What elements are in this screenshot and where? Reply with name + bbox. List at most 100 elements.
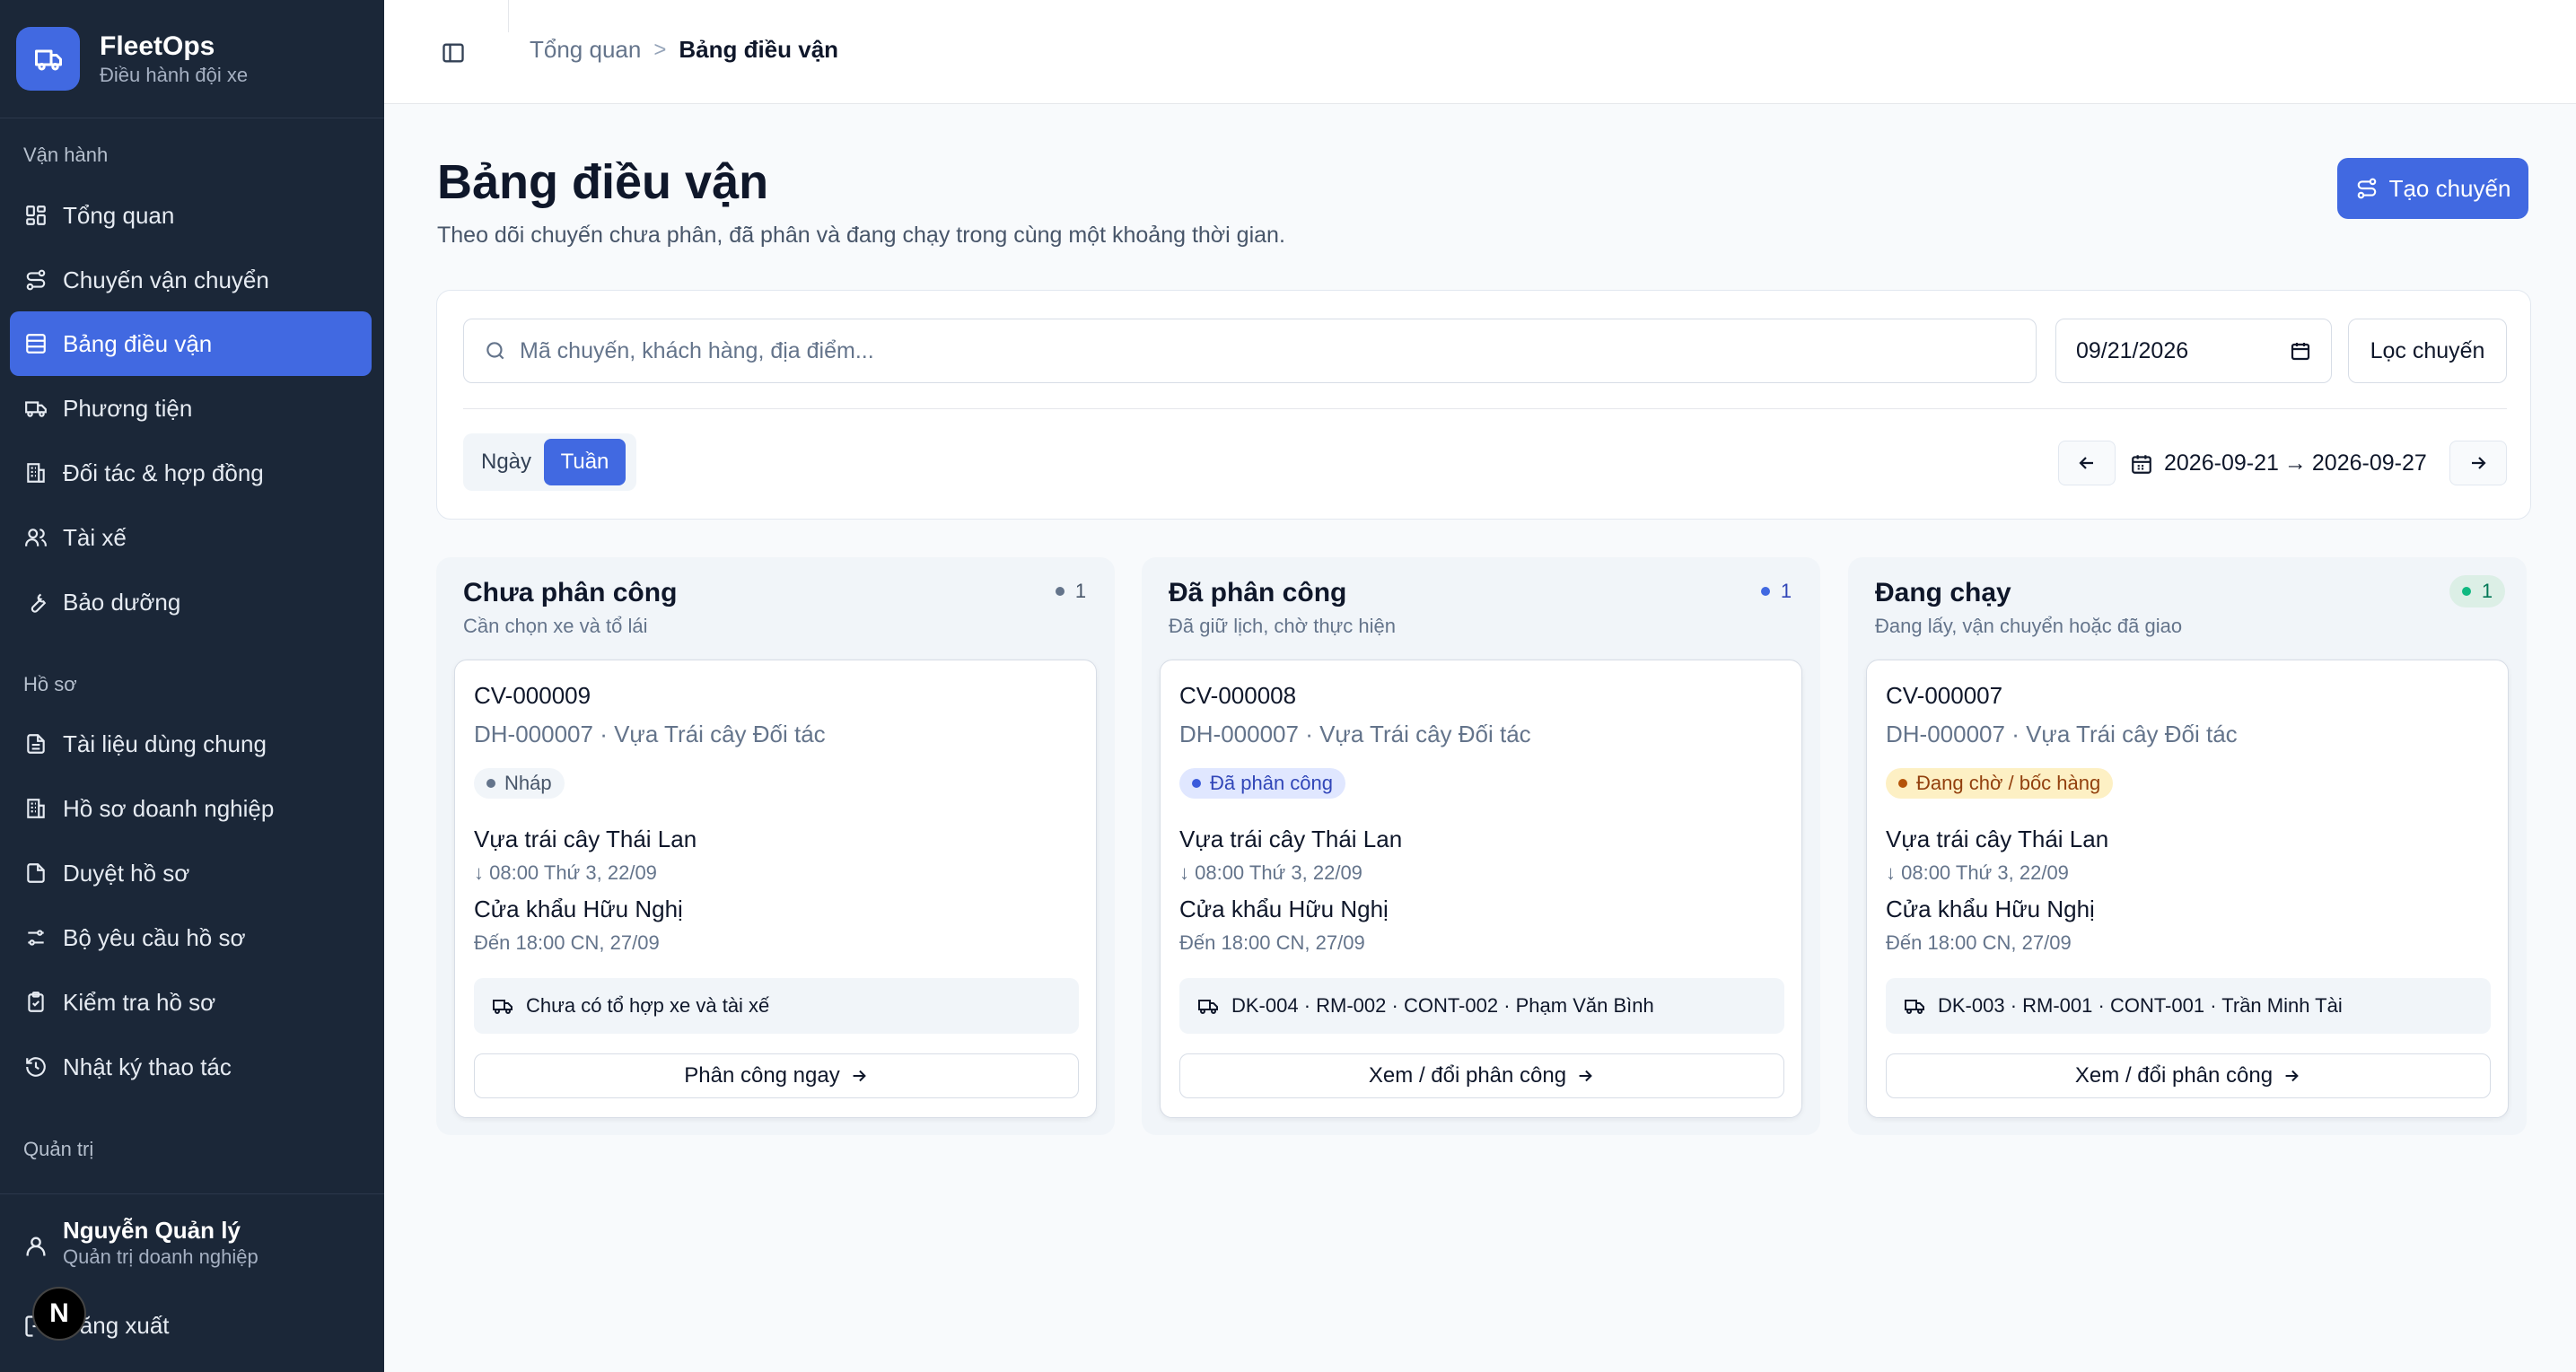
pickup-time: ↓ 08:00 Thứ 3, 22/09 <box>1886 861 2069 884</box>
calendar-icon[interactable] <box>2290 340 2311 362</box>
action-label: Xem / đổi phân công <box>1368 1063 1567 1088</box>
dev-tools-badge[interactable]: N <box>32 1287 86 1341</box>
wrench-icon <box>23 590 48 615</box>
sidebar-item-label: Đối tác & hợp đồng <box>63 459 264 486</box>
arrow-right-icon <box>1575 1066 1595 1086</box>
calendar-icon <box>2130 452 2153 476</box>
pickup-time: ↓ 08:00 Thứ 3, 22/09 <box>474 861 657 884</box>
count-badge: 1 <box>2449 575 2505 607</box>
create-trip-button[interactable]: Tạo chuyến <box>2337 158 2528 219</box>
breadcrumb-parent[interactable]: Tổng quan <box>530 36 641 64</box>
assignment-text: DK-003 · RM-001 · CONT-001 · Trần Minh T… <box>1938 994 2343 1017</box>
page-description: Theo dõi chuyến chưa phân, đã phân và đa… <box>437 223 1285 248</box>
sidebar-item-shared-docs[interactable]: Tài liệu dùng chung <box>10 712 372 776</box>
assignment-info: DK-004 · RM-002 · CONT-002 · Phạm Văn Bì… <box>1179 978 1784 1034</box>
column-title: Đang chạy <box>1875 578 2011 607</box>
user-icon <box>23 1234 48 1259</box>
sidebar-item-partners[interactable]: Đối tác & hợp đồng <box>10 441 372 505</box>
sidebar-item-trips[interactable]: Chuyến vận chuyển <box>10 248 372 312</box>
sidebar-item-maintenance[interactable]: Bảo dưỡng <box>10 570 372 634</box>
arrow-right-icon <box>849 1066 869 1086</box>
view-week-button[interactable]: Tuần <box>544 439 626 485</box>
sidebar: FleetOps Điều hành đội xe Vận hành Tổng … <box>0 0 384 1372</box>
view-change-assignment-button[interactable]: Xem / đổi phân công <box>1886 1053 2491 1098</box>
trip-card[interactable]: CV-000009 DH-000007 · Vựa Trái cây Đối t… <box>454 660 1097 1118</box>
view-change-assignment-button[interactable]: Xem / đổi phân công <box>1179 1053 1784 1098</box>
pickup-location: Vựa trái cây Thái Lan <box>474 826 697 852</box>
count-badge: 1 <box>1748 575 1804 607</box>
trip-code: CV-000007 <box>1886 682 2003 709</box>
date-picker[interactable]: 09/21/2026 <box>2055 319 2332 383</box>
user-profile[interactable]: Nguyễn Quản lý Quản trị doanh nghiệp <box>23 1216 258 1270</box>
sidebar-item-label: Bảng điều vận <box>63 329 213 357</box>
date-value: 09/21/2026 <box>2076 337 2189 363</box>
arrow-right-icon <box>2282 1066 2301 1086</box>
next-range-button[interactable] <box>2449 441 2507 485</box>
dropoff-location: Cửa khẩu Hữu Nghị <box>1886 896 2095 922</box>
sidebar-item-vehicles[interactable]: Phương tiện <box>10 376 372 441</box>
filter-divider <box>463 408 2507 409</box>
user-role: Quản trị doanh nghiệp <box>63 1245 258 1268</box>
pickup-location: Vựa trái cây Thái Lan <box>1886 826 2109 852</box>
create-trip-label: Tạo chuyến <box>2388 174 2511 202</box>
truck-logo-icon <box>16 27 80 91</box>
dropoff-time: Đến 18:00 CN, 27/09 <box>474 931 660 954</box>
status-dot <box>1192 779 1201 788</box>
count-badge: 1 <box>1043 575 1099 607</box>
sidebar-item-review-docs[interactable]: Duyệt hồ sơ <box>10 841 372 905</box>
file-text-icon <box>23 731 48 756</box>
arrow-left-icon <box>2076 452 2098 474</box>
range-start: 2026-09-21 <box>2164 450 2279 476</box>
pickup-time: ↓ 08:00 Thứ 3, 22/09 <box>1179 861 1362 884</box>
search-input[interactable] <box>520 337 1956 364</box>
app-name: FleetOps <box>100 31 215 61</box>
truck-icon <box>23 396 48 421</box>
filter-panel: 09/21/2026 Lọc chuyến Ngày Tuần 2026-09-… <box>436 290 2531 520</box>
column-in-progress: Đang chạy Đang lấy, vận chuyển hoặc đã g… <box>1848 557 2527 1135</box>
filter-trips-button[interactable]: Lọc chuyến <box>2348 319 2507 383</box>
sidebar-divider <box>0 1193 384 1194</box>
trip-code: CV-000009 <box>474 682 591 709</box>
brand[interactable]: FleetOps Điều hành đội xe <box>0 0 384 118</box>
page-title: Bảng điều vận <box>437 155 769 209</box>
sidebar-item-company-profile[interactable]: Hồ sơ doanh nghiệp <box>10 776 372 841</box>
action-label: Xem / đổi phân công <box>2074 1063 2274 1088</box>
dropoff-time: Đến 18:00 CN, 27/09 <box>1179 931 1365 954</box>
status-dot <box>1055 587 1065 596</box>
assign-now-button[interactable]: Phân công ngay <box>474 1053 1079 1098</box>
route-icon <box>23 267 48 293</box>
dropoff-location: Cửa khẩu Hữu Nghị <box>1179 896 1389 922</box>
breadcrumb: Tổng quan > Bảng điều vận <box>530 36 838 64</box>
search-icon <box>484 339 507 363</box>
trip-code: CV-000008 <box>1179 682 1297 709</box>
view-day-button[interactable]: Ngày <box>469 439 544 485</box>
truck-icon <box>1904 995 1925 1017</box>
sidebar-item-drivers[interactable]: Tài xế <box>10 505 372 570</box>
column-assigned: Đã phân công Đã giữ lịch, chờ thực hiện … <box>1142 557 1820 1135</box>
sidebar-toggle-button[interactable] <box>438 38 469 68</box>
previous-range-button[interactable] <box>2058 441 2116 485</box>
building-icon <box>23 796 48 821</box>
assignment-text: Chưa có tổ hợp xe và tài xế <box>526 994 770 1017</box>
sidebar-item-activity-log[interactable]: Nhật ký thao tác <box>10 1035 372 1099</box>
section-label-documents: Hồ sơ <box>23 673 77 695</box>
sidebar-item-doc-requirements[interactable]: Bộ yêu cầu hồ sơ <box>10 905 372 970</box>
building-icon <box>23 460 48 485</box>
order-info: DH-000007 · Vựa Trái cây Đối tác <box>474 721 826 747</box>
sidebar-item-dispatch-board[interactable]: Bảng điều vận <box>10 311 372 376</box>
sidebar-item-label: Tài xế <box>63 523 127 551</box>
status-dot <box>486 779 495 788</box>
sliders-icon <box>23 925 48 950</box>
trip-card[interactable]: CV-000008 DH-000007 · Vựa Trái cây Đối t… <box>1160 660 1802 1118</box>
search-field[interactable] <box>463 319 2037 383</box>
arrow-right-icon <box>2467 452 2489 474</box>
assignment-info: Chưa có tổ hợp xe và tài xế <box>474 978 1079 1034</box>
status-dot <box>1898 779 1907 788</box>
sidebar-item-label: Tài liệu dùng chung <box>63 730 267 757</box>
sidebar-item-overview[interactable]: Tổng quan <box>10 183 372 248</box>
chevron-right-icon: > <box>653 37 667 62</box>
trip-card[interactable]: CV-000007 DH-000007 · Vựa Trái cây Đối t… <box>1866 660 2509 1118</box>
dropoff-location: Cửa khẩu Hữu Nghị <box>474 896 683 922</box>
top-bar: Tổng quan > Bảng điều vận <box>384 0 2576 104</box>
sidebar-item-check-docs[interactable]: Kiểm tra hồ sơ <box>10 970 372 1035</box>
